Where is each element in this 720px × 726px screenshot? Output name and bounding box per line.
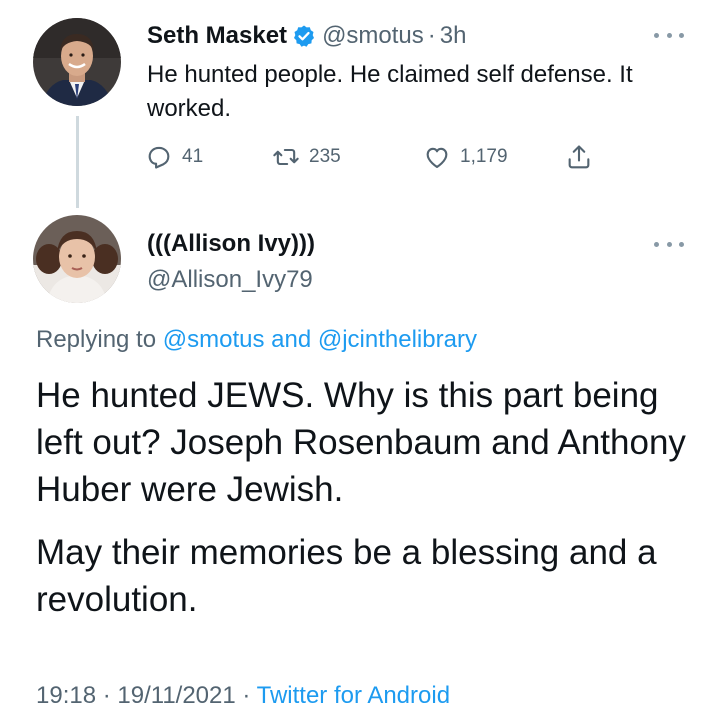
tweet2-text: He hunted JEWS. Why is this part being l… [36,372,696,623]
replying-and[interactable]: and [271,326,311,353]
avatar-allison-ivy[interactable] [33,215,121,303]
tweet1-text: He hunted people. He claimed self defens… [147,61,633,122]
tweet1-separator: · [427,22,436,49]
more-icon[interactable] [654,28,684,42]
tweet1-time[interactable]: 3h [440,22,467,50]
verified-badge-icon [294,25,315,47]
replying-user-link[interactable]: @jcinthelibrary [318,326,477,353]
tweet2-handle[interactable]: @Allison_Ivy79 [147,266,313,294]
replying-user-link[interactable]: @smotus [163,326,265,353]
retweet-count: 235 [309,146,341,167]
reply-button[interactable]: 41 [145,140,203,174]
like-count: 1,179 [460,146,508,167]
share-button[interactable] [565,140,593,174]
tweet2-timestamp[interactable]: 19:18 · 19/11/2021 · [36,682,250,709]
reply-icon [148,146,170,169]
tweet2-paragraph: He hunted JEWS. Why is this part being l… [36,376,686,509]
tweet2-author-name[interactable]: (((Allison Ivy))) [147,230,315,258]
like-icon [426,147,448,168]
tweet2-paragraph: May their memories be a blessing and a r… [36,533,657,619]
tweet1-header: Seth Masket @smotus · 3h [147,19,466,53]
replying-prefix: Replying to [36,326,157,353]
retweet-icon [273,148,299,166]
tweet1-author-name[interactable]: Seth Masket [147,22,287,50]
tweet1-actions: 41 235 1,179 [0,140,720,174]
reply-count: 41 [182,146,204,167]
avatar-seth-masket[interactable] [33,18,121,106]
tweet1-handle[interactable]: @smotus [322,22,424,50]
replying-to-line: Replying to @smotus and @jcinthelibrary [36,326,477,354]
share-icon [568,145,590,169]
more-icon[interactable] [654,237,684,251]
like-button[interactable]: 1,179 [423,140,508,174]
tweet2-meta: 19:18 · 19/11/2021 · Twitter for Android [36,682,450,710]
retweet-button[interactable]: 235 [272,140,341,174]
tweet2-source-link[interactable]: Twitter for Android [257,682,450,709]
